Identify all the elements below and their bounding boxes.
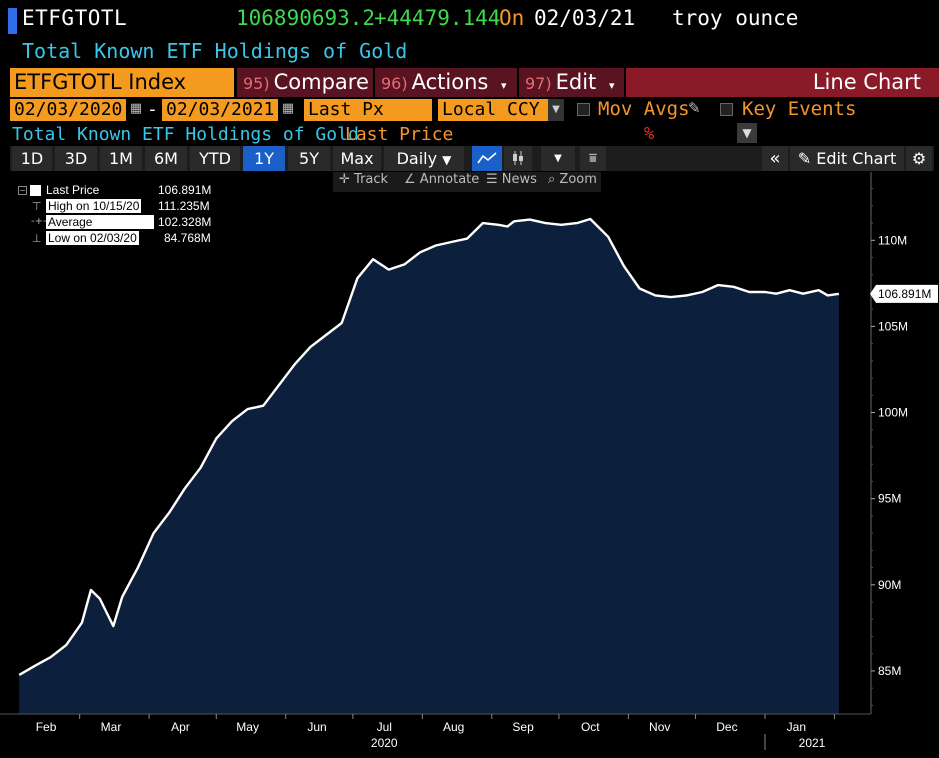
y-tick-label: 100M	[878, 406, 908, 420]
period-1y-button[interactable]: 1Y	[243, 146, 285, 171]
last-value-label: 106.891M	[878, 287, 931, 301]
x-tick-label: Aug	[443, 720, 464, 734]
legend-high-label: High on 10/15/20	[46, 199, 142, 213]
end-calendar-icon[interactable]: ▦	[281, 100, 295, 118]
frequency-chevron-icon: ▼	[442, 153, 452, 167]
x-tick-label: Jul	[377, 720, 392, 734]
currency-select[interactable]: Local CCY	[438, 99, 548, 121]
line-chart-title: Line Chart	[626, 68, 939, 97]
x-tick-label: Dec	[716, 720, 737, 734]
date-separator: -	[147, 99, 158, 120]
x-tick-label: Oct	[581, 720, 600, 734]
period-max-button[interactable]: Max	[333, 146, 381, 171]
security-description: Total Known ETF Holdings of Gold	[22, 39, 408, 63]
frequency-label: Daily	[396, 149, 438, 168]
y-tick-label: 110M	[878, 233, 907, 247]
chart-svg[interactable]: 85M 90M 95M 100M 105M 110M Feb Mar Apr May Jun Jul A…	[0, 172, 939, 758]
ticker-marker	[8, 8, 17, 34]
period-5y-button[interactable]: 5Y	[288, 146, 330, 171]
x-tick-label: May	[236, 720, 259, 734]
x-tick-label: Jan	[787, 720, 806, 734]
edit-label: Edit	[555, 70, 597, 94]
legend-last-price-label: Last Price	[46, 183, 100, 197]
price-change-value: +44479.144	[374, 6, 501, 30]
unit-label: troy ounce	[672, 6, 799, 30]
actions-shortcut: 96)	[381, 74, 408, 93]
pencil-icon[interactable]: ✎	[688, 99, 701, 117]
legend-average-value: 102.328M	[158, 215, 212, 229]
legend-average-label: Average	[46, 215, 154, 229]
index-field[interactable]: ETFGTOTL Index	[10, 68, 234, 97]
settings-gear-icon[interactable]: ⚙	[906, 146, 932, 171]
x-year-label: 2021	[799, 736, 826, 750]
actions-label: Actions	[411, 70, 489, 94]
legend-box: − Last Price 106.891M ⊤ High on 10/15/20…	[14, 182, 216, 250]
low-marker-icon: ⊥	[32, 232, 42, 245]
y-tick-label: 85M	[878, 664, 901, 678]
legend-series-swatch	[30, 185, 41, 196]
series-title: Total Known ETF Holdings of Gold	[12, 124, 359, 145]
legend-high-value: 111.235M	[158, 199, 210, 213]
on-label: On	[499, 6, 525, 30]
as-of-date: 02/03/21	[534, 6, 636, 30]
y-tick-label: 105M	[878, 319, 908, 333]
edit-button[interactable]: 97) Edit ▾	[519, 68, 624, 97]
end-date-input[interactable]: 02/03/2021	[162, 99, 278, 121]
edit-shortcut: 97)	[525, 74, 552, 93]
period-1m-button[interactable]: 1M	[100, 146, 142, 171]
edit-chevron-icon: ▾	[608, 79, 615, 92]
line-chart-type-icon[interactable]	[472, 146, 502, 171]
line-chart-glyph	[477, 152, 497, 164]
compare-label: Compare	[273, 70, 369, 94]
legend-low-value: 84.768M	[164, 231, 211, 245]
chart-type-dropdown-icon[interactable]: ▼	[541, 146, 575, 171]
series-area	[19, 219, 839, 714]
candlestick-glyph	[513, 151, 523, 165]
x-tick-label: Jun	[307, 720, 326, 734]
key-events-label: Key Events	[742, 98, 857, 120]
x-year-label: 2020	[371, 736, 398, 750]
x-tick-label: Sep	[512, 720, 534, 734]
candlestick-icon[interactable]	[504, 146, 532, 171]
period-3d-button[interactable]: 3D	[55, 146, 97, 171]
edit-chart-pencil-icon: ✎	[797, 149, 812, 168]
period-6m-button[interactable]: 6M	[145, 146, 187, 171]
filter-dropdown-icon[interactable]: ▼	[737, 123, 757, 143]
frequency-select[interactable]: Daily ▼	[384, 146, 464, 171]
mov-avgs-label: Mov Avgs	[598, 98, 690, 120]
key-events-checkbox[interactable]	[720, 103, 733, 116]
edit-chart-button[interactable]: ✎ Edit Chart	[790, 146, 904, 171]
series-field-label: Last Price	[345, 124, 454, 145]
percent-label: %	[644, 124, 655, 144]
x-tick-label: Apr	[171, 720, 190, 734]
filter-icon[interactable]: ⩸	[580, 146, 606, 171]
ticker-symbol[interactable]: ETFGTOTL	[22, 6, 127, 30]
y-tick-label: 90M	[878, 578, 901, 592]
currency-dropdown-icon[interactable]: ▼	[548, 99, 564, 121]
collapse-left-icon[interactable]: «	[762, 146, 788, 171]
compare-shortcut: 95)	[243, 74, 270, 93]
start-calendar-icon[interactable]: ▦	[129, 100, 143, 118]
x-tick-label: Nov	[649, 720, 670, 734]
start-date-input[interactable]: 02/03/2020	[10, 99, 126, 121]
legend-last-price-value: 106.891M	[158, 183, 212, 197]
y-tick-label: 95M	[878, 492, 901, 506]
edit-chart-label: Edit Chart	[816, 149, 897, 168]
high-marker-icon: ⊤	[32, 200, 42, 213]
period-1d-button[interactable]: 1D	[12, 146, 52, 171]
legend-collapse-icon[interactable]: −	[18, 186, 27, 195]
compare-button[interactable]: 95) Compare	[237, 68, 373, 97]
average-marker-icon: -+-	[31, 216, 47, 227]
actions-chevron-icon: ▾	[501, 79, 507, 92]
legend-low-label: Low on 02/03/20	[46, 231, 139, 245]
actions-button[interactable]: 96) Actions ▾	[375, 68, 517, 97]
mov-avgs-checkbox[interactable]	[577, 103, 590, 116]
x-tick-label: Feb	[36, 720, 57, 734]
period-ytd-button[interactable]: YTD	[190, 146, 240, 171]
last-price-value: 106890693.2	[236, 6, 376, 30]
field-select[interactable]: Last Px	[304, 99, 432, 121]
x-tick-label: Mar	[101, 720, 122, 734]
